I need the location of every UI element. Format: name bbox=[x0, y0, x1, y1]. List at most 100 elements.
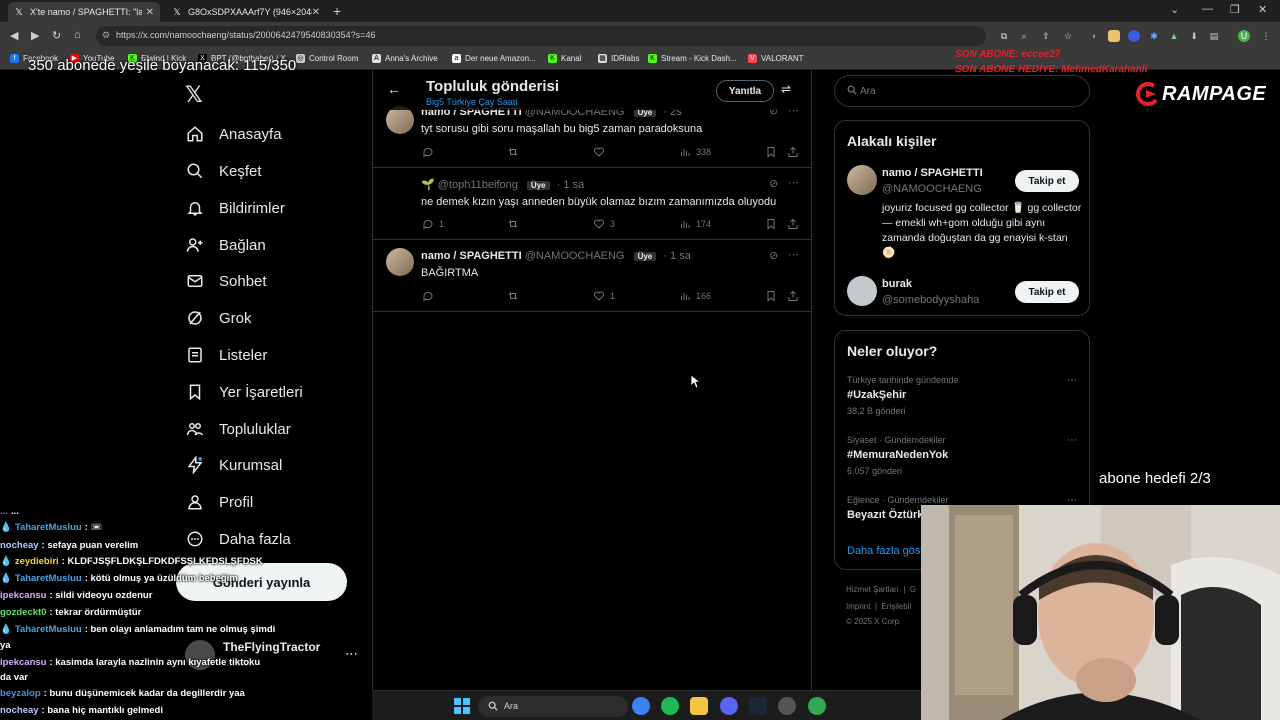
reply-button[interactable] bbox=[421, 290, 439, 302]
open-in-app-icon[interactable]: ⧉ bbox=[998, 30, 1010, 42]
close-window-icon[interactable]: ✕ bbox=[1258, 3, 1267, 16]
author-handle[interactable]: @toph11beifong bbox=[438, 179, 518, 191]
site-info-icon[interactable]: ⚙ bbox=[102, 30, 110, 41]
sidebar-item-grok[interactable]: Grok bbox=[185, 303, 252, 333]
sidebar-item-chat[interactable]: Sohbet bbox=[185, 266, 267, 296]
new-tab-icon[interactable]: + bbox=[333, 3, 341, 19]
settings-gear-icon[interactable] bbox=[778, 697, 796, 715]
bookmark-kanal[interactable]: K Kanal bbox=[548, 54, 581, 63]
spotify-icon[interactable] bbox=[661, 697, 679, 715]
sidebar-item-explore[interactable]: Keşfet bbox=[185, 156, 262, 186]
tab-x-post[interactable]: 𝕏 X'te namo / SPAGHETTI: "lara'n ✕ bbox=[8, 2, 160, 22]
post-time[interactable]: · 1 sa bbox=[557, 179, 585, 191]
extension-icon[interactable]: ▤ bbox=[1208, 30, 1220, 42]
author-name[interactable]: namo / SPAGHETTI bbox=[421, 250, 522, 262]
minimize-icon[interactable]: — bbox=[1202, 3, 1213, 15]
show-more-link[interactable]: Daha fazla göst bbox=[847, 545, 923, 557]
restore-icon[interactable]: ❐ bbox=[1230, 3, 1240, 16]
reply-button[interactable]: Yanıtla bbox=[716, 80, 774, 102]
like-button[interactable] bbox=[592, 146, 610, 158]
bookmark-button[interactable] bbox=[764, 290, 782, 302]
like-button[interactable]: 1 bbox=[592, 290, 615, 302]
reload-icon[interactable]: ↻ bbox=[52, 29, 61, 42]
zoom-icon[interactable]: ⌕ bbox=[1018, 30, 1030, 42]
grok-icon[interactable]: ⊘ bbox=[769, 249, 778, 262]
extension-icon[interactable] bbox=[1108, 30, 1120, 42]
profile-avatar-icon[interactable]: U bbox=[1238, 30, 1250, 42]
reply-button[interactable]: 1 bbox=[421, 218, 444, 230]
community-link[interactable]: Big5 Türkiye Çay Saati bbox=[426, 97, 517, 107]
close-icon[interactable]: ✕ bbox=[146, 7, 154, 18]
bookmark-control-room[interactable]: ◎ Control Room bbox=[296, 54, 358, 63]
views-button[interactable]: 166 bbox=[678, 290, 711, 302]
repost-button[interactable] bbox=[506, 146, 524, 158]
sidebar-item-notifications[interactable]: Bildirimler bbox=[185, 193, 285, 223]
close-icon[interactable]: ✕ bbox=[312, 7, 320, 18]
author-handle[interactable]: @NAMOOCHAENG bbox=[525, 250, 625, 262]
windows-start-icon[interactable] bbox=[454, 698, 470, 714]
chrome-icon[interactable] bbox=[808, 697, 826, 715]
chrome-app-icon[interactable] bbox=[632, 697, 650, 715]
search-input[interactable]: Ara bbox=[834, 75, 1090, 107]
post-time[interactable]: · 1 sa bbox=[663, 250, 691, 262]
more-icon[interactable]: ⋯ bbox=[1067, 435, 1077, 446]
person-handle[interactable]: @somebodyyshaha bbox=[882, 294, 979, 306]
person-name[interactable]: burak bbox=[882, 278, 912, 290]
puzzle-icon[interactable]: ✱ bbox=[1148, 30, 1160, 42]
sidebar-item-home[interactable]: Anasayfa bbox=[185, 119, 282, 149]
chevron-down-icon[interactable]: ⌄ bbox=[1170, 3, 1179, 16]
back-arrow-icon[interactable]: ← bbox=[387, 81, 401, 97]
more-icon[interactable]: ⋯ bbox=[788, 176, 799, 189]
bookmark-star-icon[interactable]: ☆ bbox=[1062, 30, 1074, 42]
avatar[interactable] bbox=[847, 165, 877, 195]
filter-icon[interactable]: ⇌ bbox=[781, 82, 791, 96]
follow-button[interactable]: Takip et bbox=[1015, 281, 1079, 303]
footer-link[interactable]: Imprint bbox=[846, 602, 870, 611]
avatar[interactable] bbox=[847, 276, 877, 306]
extension-icon[interactable]: ⬇ bbox=[1188, 30, 1200, 42]
discord-icon[interactable] bbox=[720, 697, 738, 715]
x-logo-icon[interactable]: 𝕏 bbox=[185, 82, 203, 108]
url-input[interactable]: ⚙ https://x.com/namoochaeng/status/20006… bbox=[96, 26, 986, 46]
post[interactable]: namo / SPAGHETTI @NAMOOCHAENG Üye · 2s ⋯… bbox=[373, 102, 811, 168]
reply-button[interactable] bbox=[421, 146, 439, 158]
back-icon[interactable]: ◀ bbox=[10, 29, 18, 42]
post[interactable]: namo / SPAGHETTI @NAMOOCHAENG Üye · 1 sa… bbox=[373, 240, 811, 312]
bookmark-stream-dashboard[interactable]: K Stream - Kick Dash... bbox=[648, 54, 737, 63]
bookmark-button[interactable] bbox=[764, 218, 782, 230]
person-handle[interactable]: @NAMOOCHAENG bbox=[882, 183, 982, 195]
bookmark-amazon[interactable]: a Der neue Amazon... bbox=[452, 54, 536, 63]
extension-icon[interactable]: ◗ bbox=[1088, 30, 1100, 42]
extension-icon[interactable] bbox=[1128, 30, 1140, 42]
steam-icon[interactable] bbox=[749, 697, 767, 715]
share-button[interactable] bbox=[786, 218, 804, 230]
bookmark-idrlabs[interactable]: ▦ IDRlabs bbox=[598, 54, 639, 63]
bookmark-button[interactable] bbox=[764, 146, 782, 158]
sidebar-item-communities[interactable]: Topluluklar bbox=[185, 414, 291, 444]
share-button[interactable] bbox=[786, 146, 804, 158]
grok-icon[interactable]: ⊘ bbox=[769, 177, 778, 190]
avatar[interactable] bbox=[386, 106, 414, 134]
avatar[interactable] bbox=[386, 248, 414, 276]
footer-link[interactable]: Hizmet Şartları bbox=[846, 585, 899, 594]
tab-image[interactable]: 𝕏 G8OxSDPXAAArf7Y (946×2048) ✕ bbox=[166, 2, 326, 22]
taskbar-search[interactable]: Ara bbox=[478, 696, 628, 717]
menu-icon[interactable]: ⋮ bbox=[1260, 30, 1272, 42]
sidebar-item-connect[interactable]: Bağlan bbox=[185, 230, 266, 260]
follow-button[interactable]: Takip et bbox=[1015, 170, 1079, 192]
more-icon[interactable]: ⋯ bbox=[788, 248, 799, 261]
post[interactable]: 🌱 @toph11beifong Üye · 1 sa ⊘ ⋯ ne demek… bbox=[373, 168, 811, 240]
forward-icon[interactable]: ▶ bbox=[31, 29, 39, 42]
like-button[interactable]: 3 bbox=[592, 218, 615, 230]
bookmark-annas-archive[interactable]: A Anna's Archive bbox=[372, 54, 438, 63]
views-button[interactable]: 338 bbox=[678, 146, 711, 158]
extension-icon[interactable]: ▲ bbox=[1168, 30, 1180, 42]
sidebar-item-bookmarks[interactable]: Yer İşaretleri bbox=[185, 377, 303, 407]
home-icon[interactable]: ⌂ bbox=[74, 29, 81, 41]
share-icon[interactable]: ⇪ bbox=[1040, 30, 1052, 42]
footer-link[interactable]: G bbox=[910, 585, 916, 594]
repost-button[interactable] bbox=[506, 218, 524, 230]
bookmark-valorant[interactable]: V VALORANT bbox=[748, 54, 804, 63]
views-button[interactable]: 174 bbox=[678, 218, 711, 230]
sidebar-item-business[interactable]: Kurumsal bbox=[185, 450, 282, 480]
